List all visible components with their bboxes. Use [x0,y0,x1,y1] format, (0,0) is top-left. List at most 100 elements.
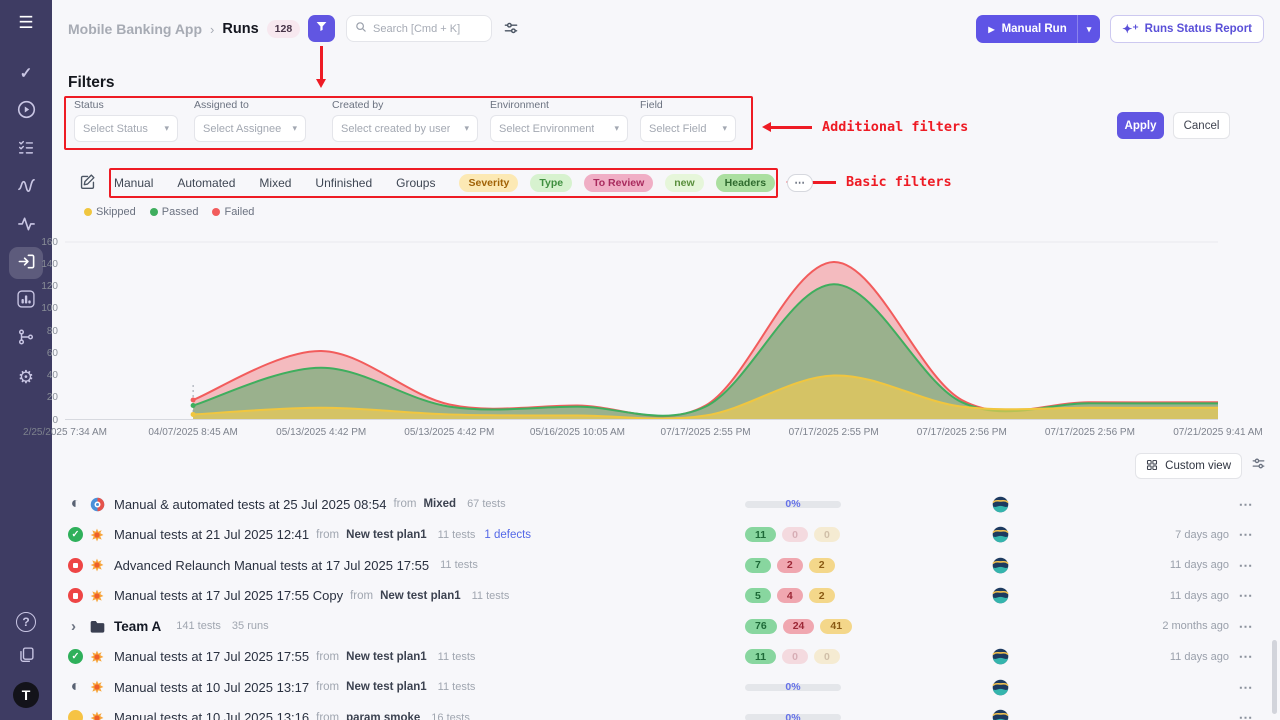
count-badge-green: 11 [745,649,776,664]
run-main: Advanced Relaunch Manual tests at 17 Jul… [114,558,745,573]
tab-manual[interactable]: Manual [114,176,153,190]
run-title: Manual tests at 17 Jul 2025 17:55 [114,649,309,664]
chart-x-labels: 2/25/2025 7:34 AM04/07/2025 8:45 AM05/13… [65,427,1218,441]
compose-icon[interactable] [79,173,96,195]
logo[interactable]: T [13,682,39,708]
annotation-arrow-left-line-1 [770,126,812,129]
chip-headers[interactable]: Headers [716,174,775,192]
search-box [346,15,492,42]
filter-field-status: Status Select Status▾ [74,99,178,142]
progress-label: 0% [785,498,800,510]
run-tests-count: 16 tests [431,712,470,720]
run-tests-count: 11 tests [438,681,476,693]
tab-mixed[interactable]: Mixed [259,176,291,190]
row-menu-button[interactable]: ⋯ [1229,587,1263,604]
run-tests-count: 11 tests [440,559,478,571]
run-row[interactable]: Manual tests at 10 Jul 2025 13:16frompar… [52,703,1280,720]
tab-unfinished[interactable]: Unfinished [315,176,372,190]
run-stats: 0% [745,501,985,508]
breadcrumb-page: Runs [222,21,258,37]
row-menu-button[interactable]: ⋯ [1229,679,1263,696]
sidebar-item-start[interactable] [9,95,43,127]
run-from-label: from [393,498,416,510]
play-circle-icon [17,100,36,123]
stop-square [73,593,79,599]
x-axis-label: 07/17/2025 2:56 PM [917,427,1007,438]
mixed-icon [90,497,114,512]
run-tests-count: 141 tests [176,620,221,632]
assignee-avatar [992,557,1009,574]
row-menu-button[interactable]: ⋯ [1229,496,1263,513]
filter-select[interactable]: Select Assignee▾ [194,115,306,142]
custom-view-button[interactable]: Custom view [1135,453,1242,479]
run-row[interactable]: ›Team A141 tests35 runs7624412 months ag… [52,611,1280,642]
run-row[interactable]: Manual tests at 17 Jul 2025 17:55 Copyfr… [52,581,1280,612]
runs-status-report-button[interactable]: ✦⁺ Runs Status Report [1110,15,1264,43]
row-menu-button[interactable]: ⋯ [1229,526,1263,543]
run-status-stopped-icon [68,588,90,603]
apply-button[interactable]: Apply [1117,112,1164,139]
scrollbar[interactable] [1272,640,1277,714]
run-row[interactable]: ◐Manual & automated tests at 25 Jul 2025… [52,489,1280,520]
run-row[interactable]: Advanced Relaunch Manual tests at 17 Jul… [52,550,1280,581]
x-axis-label: 04/07/2025 8:45 AM [148,427,238,438]
filter-select[interactable]: Select Status▾ [74,115,178,142]
docs-icon[interactable] [18,646,35,668]
chip-type[interactable]: Type [530,174,572,192]
run-row[interactable]: ✓Manual tests at 17 Jul 2025 17:55fromNe… [52,642,1280,673]
run-status-passed-icon: ✓ [68,649,90,664]
filter-field-label: Status [74,99,178,111]
filter-select[interactable]: Select Environment▾ [490,115,628,142]
run-stats: 1100 [745,649,985,664]
annotation-arrow-down-line [320,46,323,79]
breadcrumb-project[interactable]: Mobile Banking App [68,21,202,37]
table-settings-icon[interactable] [1251,456,1266,476]
search-input[interactable] [373,23,483,35]
legend-label: Skipped [96,206,136,218]
run-row[interactable]: ◐Manual tests at 10 Jul 2025 13:17fromNe… [52,672,1280,703]
filter-field-field: FieldSelect Field▾ [640,99,736,142]
sidebar-item-ready[interactable]: ✓ [9,57,43,89]
run-defects-link[interactable]: 1 defects [484,529,531,541]
run-main: Manual tests at 10 Jul 2025 13:17fromNew… [114,680,745,695]
burst-icon [90,680,114,694]
row-menu-button[interactable]: ⋯ [1229,709,1263,720]
row-menu-button[interactable]: ⋯ [1229,618,1263,635]
burst-icon [90,589,114,603]
run-source: param smoke [346,712,420,720]
row-menu-button[interactable]: ⋯ [1229,557,1263,574]
menu-icon[interactable]: ☰ [18,14,33,31]
run-row[interactable]: ✓Manual tests at 21 Jul 2025 12:41fromNe… [52,520,1280,551]
run-stats: 722 [745,558,985,573]
tab-groups[interactable]: Groups [396,176,435,190]
filter-select[interactable]: Select Field▾ [640,115,736,142]
more-filters-button[interactable]: ⋯ [787,174,813,192]
y-tick-label: 80 [47,326,58,337]
avatar-cell [985,587,1015,604]
tab-automated[interactable]: Automated [177,176,235,190]
run-title: Manual tests at 21 Jul 2025 12:41 [114,527,309,542]
progress-bar: 0% [745,501,841,508]
expander-icon[interactable]: › [68,618,90,635]
app-root: ☰ ✓ ⚙ ? T Mobile Banking App › Runs 128 [0,0,1280,720]
run-time-ago: 11 days ago [1015,590,1229,602]
chip-to-review[interactable]: To Review [584,174,653,192]
assignee-avatar [992,496,1009,513]
chip-new[interactable]: new [665,174,703,192]
manual-run-dropdown-button[interactable]: ▾ [1078,24,1101,35]
row-menu-button[interactable]: ⋯ [1229,648,1263,665]
filter-field-created-by: Created bySelect created by user▾ [332,99,478,142]
manual-run-button[interactable]: ▶ Manual Run ▾ [976,15,1100,43]
runs-chart [65,237,1218,420]
chip-severity[interactable]: Severity [459,174,518,192]
sidebar-item-analytics[interactable] [9,171,43,203]
progress-bar: 0% [745,684,841,691]
filter-select[interactable]: Select created by user▾ [332,115,478,142]
burst-icon [90,650,114,664]
sliders-icon[interactable] [503,20,519,41]
cancel-button[interactable]: Cancel [1173,112,1230,139]
help-icon[interactable]: ? [16,612,36,632]
sidebar-item-tests[interactable] [9,133,43,165]
filter-toggle-button[interactable] [308,15,335,42]
custom-view-label: Custom view [1165,460,1231,472]
